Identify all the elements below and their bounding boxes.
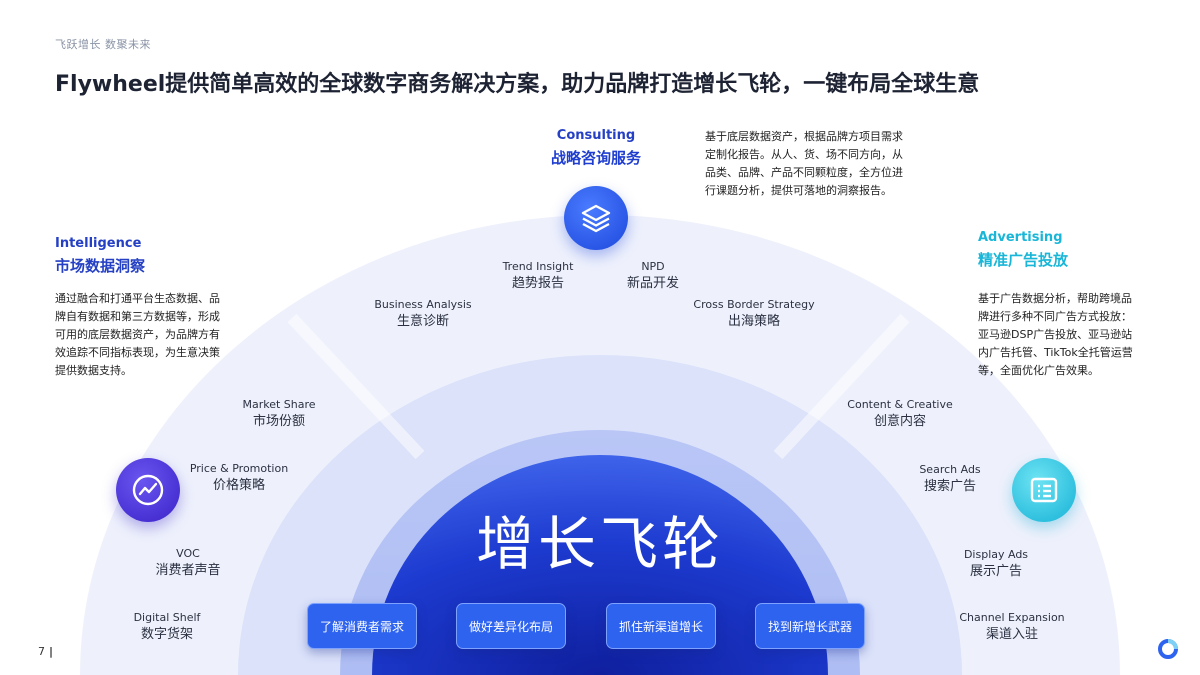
intelligence-desc-line: 通过融合和打通平台生态数据、品: [55, 292, 220, 305]
core-button-consumer-needs[interactable]: 了解消费者需求: [307, 603, 417, 649]
wheel-item-en: NPD: [641, 260, 665, 273]
intelligence-desc-line: 提供数据支持。: [55, 364, 132, 377]
consulting-desc-line: 基于底层数据资产，根据品牌方项目需求: [705, 130, 903, 143]
wheel-item-npd: NPD 新品开发: [627, 258, 679, 292]
layers-icon: [564, 186, 628, 250]
wheel-item-en: Cross Border Strategy: [693, 298, 815, 311]
wheel-item-en: Channel Expansion: [959, 611, 1065, 624]
consulting-desc-line: 定制化报告。从人、货、场不同方向，从: [705, 148, 903, 161]
wheel-item-zh: 出海策略: [727, 314, 780, 329]
document-list-icon: [1012, 458, 1076, 522]
wheel-item-zh: 渠道入驻: [985, 627, 1038, 642]
page-title: Flywheel提供简单高效的全球数字商务解决方案，助力品牌打造增长飞轮，一键布…: [55, 72, 980, 97]
advertising-desc-line: 亚马逊DSP广告投放、亚马逊站: [978, 328, 1133, 341]
wheel-item-zh: 价格策略: [212, 478, 265, 493]
wheel-item-digital-shelf: Digital Shelf 数字货架: [134, 609, 201, 643]
core-label: 增长飞轮: [475, 510, 725, 578]
wheel-item-trend-insight: Trend Insight 趋势报告: [503, 258, 574, 292]
wheel-item-en: Digital Shelf: [133, 611, 201, 624]
core-button-growth-weapon[interactable]: 找到新增长武器: [755, 603, 865, 649]
tagline: 飞跃增长 数聚未来: [55, 38, 151, 51]
wheel-item-business-analysis: Business Analysis 生意诊断: [374, 296, 471, 330]
advertising-desc-line: 基于广告数据分析，帮助跨境品: [978, 292, 1132, 305]
wheel-item-zh: 新品开发: [626, 276, 680, 291]
wheel-item-en: Trend Insight: [502, 260, 574, 273]
wheel-item-zh: 展示广告: [969, 564, 1022, 579]
intelligence-heading: Intelligence 市场数据洞察: [55, 236, 145, 276]
advertising-desc-line: 等，全面优化广告效果。: [978, 364, 1099, 377]
wheel-item-en: Search Ads: [919, 463, 981, 476]
consulting-desc-line: 品类、品牌、产品不同颗粒度，全方位进: [705, 166, 903, 179]
wheel-item-cross-border-strategy: Cross Border Strategy 出海策略: [693, 296, 814, 330]
intelligence-zh: 市场数据洞察: [55, 257, 146, 275]
wheel-item-zh: 市场份额: [252, 414, 305, 429]
core-button-differentiation[interactable]: 做好差异化布局: [456, 603, 566, 649]
wheel-item-en: VOC: [176, 547, 200, 560]
wheel-item-zh: 生意诊断: [396, 314, 450, 329]
wheel-item-voc: VOC 消费者声音: [155, 545, 220, 579]
intelligence-desc-line: 可用的底层数据资产，为品牌方有: [55, 328, 220, 341]
consulting-heading: Consulting 战略咨询服务: [551, 128, 641, 168]
advertising-zh: 精准广告投放: [978, 251, 1069, 269]
wheel-item-content-creative: Content & Creative 创意内容: [847, 396, 952, 430]
intelligence-desc-line: 牌自有数据和第三方数据等，形成: [55, 310, 220, 323]
wheel-item-zh: 搜索广告: [923, 479, 976, 494]
wheel-item-en: Display Ads: [963, 548, 1029, 561]
wheel-item-display-ads: Display Ads 展示广告: [964, 546, 1028, 580]
advertising-desc-line: 牌进行多种不同广告方式投放：: [978, 310, 1132, 323]
wheel-item-en: Content & Creative: [847, 398, 953, 411]
advertising-heading: Advertising 精准广告投放: [978, 230, 1068, 270]
wheel-item-market-share: Market Share 市场份额: [242, 396, 315, 430]
advertising-desc-line: 内广告托管、TikTok全托管运营: [978, 346, 1133, 359]
trend-chart-icon: [116, 458, 180, 522]
advertising-en: Advertising: [978, 230, 1063, 245]
wheel-item-zh: 数字货架: [140, 627, 194, 642]
wheel-item-channel-expansion: Channel Expansion 渠道入驻: [959, 609, 1064, 643]
wheel-item-zh: 趋势报告: [511, 276, 564, 291]
wheel-item-en: Business Analysis: [374, 298, 472, 311]
wheel-item-en: Market Share: [242, 398, 316, 411]
consulting-zh: 战略咨询服务: [550, 149, 642, 167]
page-number: 7 |: [38, 645, 53, 658]
wheel-item-en: Price & Promotion: [189, 462, 289, 475]
brand-logo-icon: [1157, 638, 1179, 660]
page-number-divider: |: [49, 645, 54, 658]
page-number-text: 7: [38, 645, 45, 658]
wheel-item-search-ads: Search Ads 搜索广告: [919, 461, 980, 495]
intelligence-desc-line: 效追踪不同指标表现，为生意决策: [55, 346, 220, 359]
wheel-item-price-promotion: Price & Promotion 价格策略: [190, 460, 288, 494]
wheel-item-zh: 创意内容: [873, 414, 926, 429]
intelligence-en: Intelligence: [55, 236, 142, 251]
wheel-item-zh: 消费者声音: [155, 563, 221, 578]
consulting-description: 基于底层数据资产，根据品牌方项目需求 定制化报告。从人、货、场不同方向，从 品类…: [705, 128, 903, 200]
consulting-en: Consulting: [556, 128, 636, 143]
intelligence-description: 通过融合和打通平台生态数据、品 牌自有数据和第三方数据等，形成 可用的底层数据资…: [55, 290, 220, 380]
advertising-description: 基于广告数据分析，帮助跨境品 牌进行多种不同广告方式投放： 亚马逊DSP广告投放…: [978, 290, 1133, 380]
consulting-desc-line: 行课题分析，提供可落地的洞察报告。: [705, 184, 892, 197]
core-button-new-channel[interactable]: 抓住新渠道增长: [606, 603, 716, 649]
